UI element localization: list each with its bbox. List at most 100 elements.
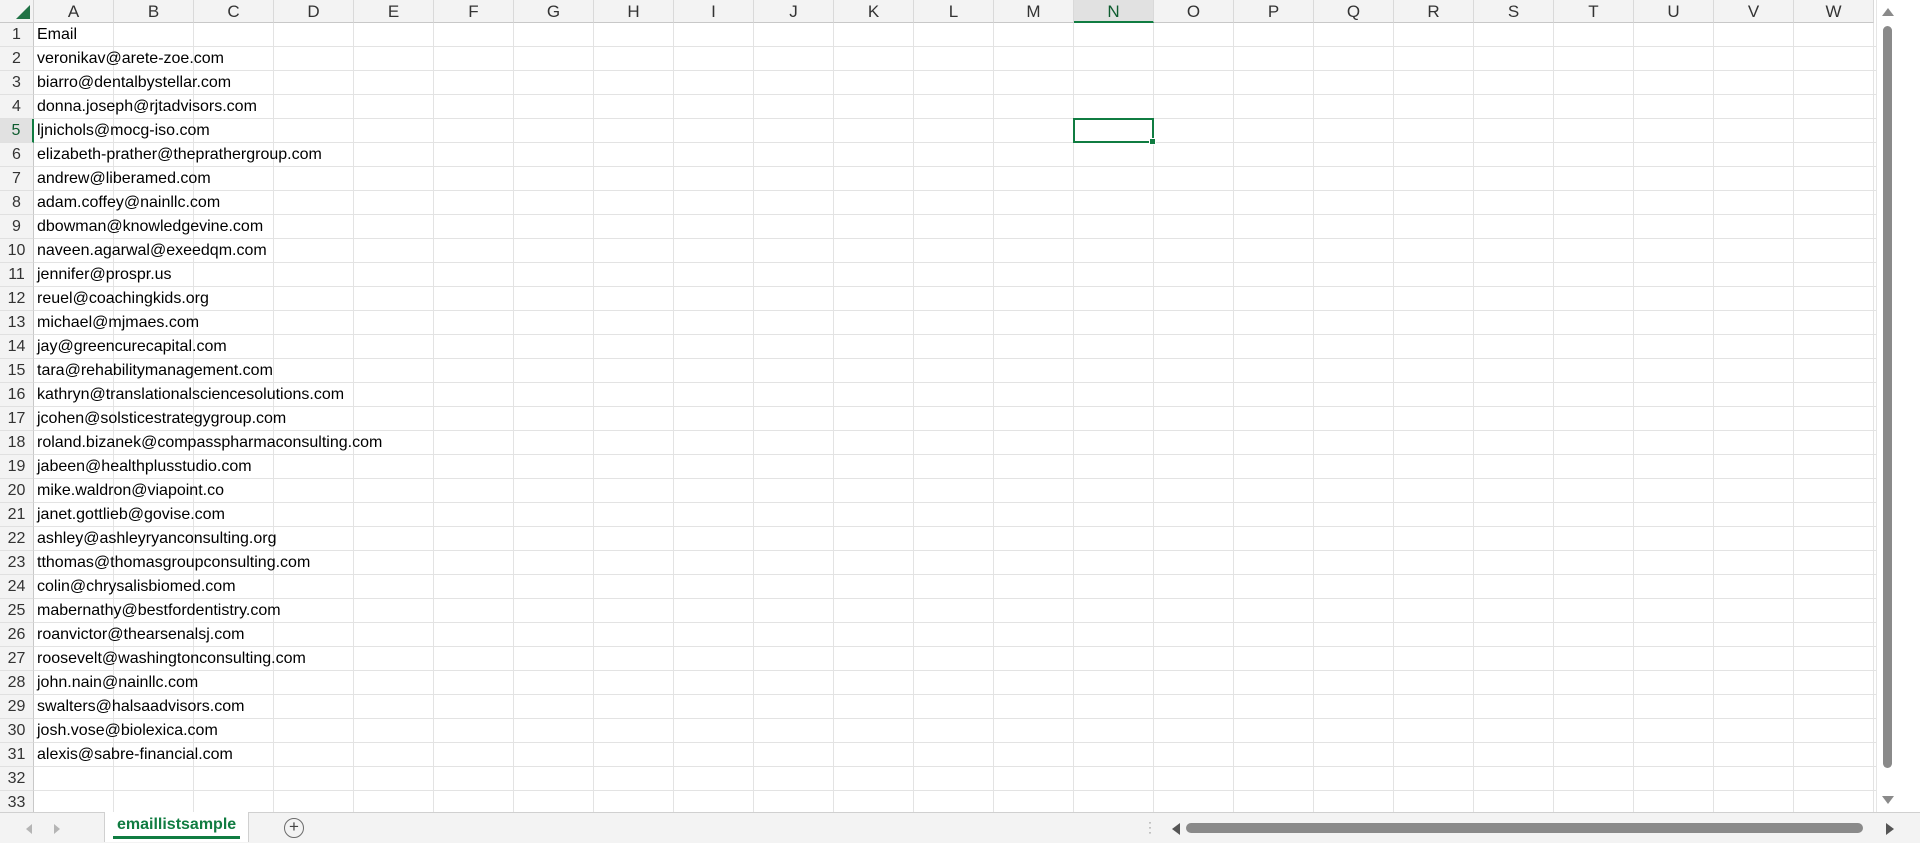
cell-A10[interactable]: naveen.agarwal@exeedqm.com — [37, 239, 267, 263]
column-header-G[interactable]: G — [514, 0, 594, 23]
cell-A20[interactable]: mike.waldron@viapoint.co — [37, 479, 224, 503]
column-header-T[interactable]: T — [1554, 0, 1634, 23]
cell-A6[interactable]: elizabeth-prather@theprathergroup.com — [37, 143, 322, 167]
row-header-32[interactable]: 32 — [0, 767, 34, 791]
cell-A7[interactable]: andrew@liberamed.com — [37, 167, 211, 191]
row-header-33[interactable]: 33 — [0, 791, 34, 812]
select-all-button[interactable] — [0, 0, 34, 23]
column-header-I[interactable]: I — [674, 0, 754, 23]
cell-A31[interactable]: alexis@sabre-financial.com — [37, 743, 233, 767]
row-header-20[interactable]: 20 — [0, 479, 34, 503]
selected-cell-N5[interactable] — [1073, 118, 1156, 145]
cell-A22[interactable]: ashley@ashleyryanconsulting.org — [37, 527, 276, 551]
column-header-S[interactable]: S — [1474, 0, 1554, 23]
cell-A19[interactable]: jabeen@healthplusstudio.com — [37, 455, 252, 479]
row-header-14[interactable]: 14 — [0, 335, 34, 359]
row-header-30[interactable]: 30 — [0, 719, 34, 743]
row-header-31[interactable]: 31 — [0, 743, 34, 767]
column-header-O[interactable]: O — [1154, 0, 1234, 23]
row-header-28[interactable]: 28 — [0, 671, 34, 695]
row-header-17[interactable]: 17 — [0, 407, 34, 431]
row-header-4[interactable]: 4 — [0, 95, 34, 119]
column-header-J[interactable]: J — [754, 0, 834, 23]
cell-A28[interactable]: john.nain@nainllc.com — [37, 671, 198, 695]
scroll-right-arrow-icon[interactable] — [1886, 823, 1894, 835]
cell-A4[interactable]: donna.joseph@rjtadvisors.com — [37, 95, 257, 119]
row-header-16[interactable]: 16 — [0, 383, 34, 407]
cell-A14[interactable]: jay@greencurecapital.com — [37, 335, 227, 359]
row-header-25[interactable]: 25 — [0, 599, 34, 623]
spreadsheet-grid[interactable]: ABCDEFGHIJKLMNOPQRSTUVW 1 2 3 4 5 6 7 8 9 10 11 12 1… — [0, 0, 1898, 812]
row-header-3[interactable]: 3 — [0, 71, 34, 95]
column-header-A[interactable]: A — [34, 0, 114, 23]
scroll-down-arrow-icon[interactable] — [1882, 796, 1894, 804]
column-header-D[interactable]: D — [274, 0, 354, 23]
cell-A21[interactable]: janet.gottlieb@govise.com — [37, 503, 225, 527]
column-header-W[interactable]: W — [1794, 0, 1874, 23]
row-header-10[interactable]: 10 — [0, 239, 34, 263]
cell-A23[interactable]: tthomas@thomasgroupconsulting.com — [37, 551, 310, 575]
row-header-15[interactable]: 15 — [0, 359, 34, 383]
row-header-27[interactable]: 27 — [0, 647, 34, 671]
scroll-up-arrow-icon[interactable] — [1882, 8, 1894, 16]
cell-A27[interactable]: roosevelt@washingtonconsulting.com — [37, 647, 306, 671]
cell-A30[interactable]: josh.vose@biolexica.com — [37, 719, 218, 743]
plus-circle-icon[interactable]: + — [284, 818, 304, 838]
row-header-1[interactable]: 1 — [0, 23, 34, 47]
row-header-5[interactable]: 5 — [0, 119, 34, 143]
row-header-9[interactable]: 9 — [0, 215, 34, 239]
cell-A15[interactable]: tara@rehabilitymanagement.com — [37, 359, 273, 383]
column-header-B[interactable]: B — [114, 0, 194, 23]
column-header-E[interactable]: E — [354, 0, 434, 23]
fill-handle[interactable] — [1149, 138, 1156, 145]
row-header-6[interactable]: 6 — [0, 143, 34, 167]
row-header-7[interactable]: 7 — [0, 167, 34, 191]
cell-A26[interactable]: roanvictor@thearsenalsj.com — [37, 623, 244, 647]
horizontal-scroll-thumb[interactable] — [1186, 823, 1863, 833]
column-header-Q[interactable]: Q — [1314, 0, 1394, 23]
row-header-22[interactable]: 22 — [0, 527, 34, 551]
row-header-19[interactable]: 19 — [0, 455, 34, 479]
cell-A5[interactable]: ljnichols@mocg-iso.com — [37, 119, 210, 143]
row-header-2[interactable]: 2 — [0, 47, 34, 71]
cell-A18[interactable]: roland.bizanek@compasspharmaconsulting.c… — [37, 431, 382, 455]
row-header-26[interactable]: 26 — [0, 623, 34, 647]
cell-A3[interactable]: biarro@dentalbystellar.com — [37, 71, 231, 95]
sheet-tab-emaillistsample[interactable]: emaillistsample — [104, 812, 250, 842]
row-header-23[interactable]: 23 — [0, 551, 34, 575]
column-header-F[interactable]: F — [434, 0, 514, 23]
cell-A11[interactable]: jennifer@prospr.us — [37, 263, 172, 287]
cell-A8[interactable]: adam.coffey@nainllc.com — [37, 191, 220, 215]
column-header-H[interactable]: H — [594, 0, 674, 23]
cell-A9[interactable]: dbowman@knowledgevine.com — [37, 215, 263, 239]
column-header-C[interactable]: C — [194, 0, 274, 23]
cell-A17[interactable]: jcohen@solsticestrategygroup.com — [37, 407, 286, 431]
cell-area[interactable]: Email veronikav@arete-zoe.com biarro@denta… — [34, 23, 1898, 812]
scroll-left-arrow-icon[interactable] — [1172, 823, 1180, 835]
column-header-V[interactable]: V — [1714, 0, 1794, 23]
column-header-N[interactable]: N — [1074, 0, 1154, 23]
column-header-L[interactable]: L — [914, 0, 994, 23]
row-header-18[interactable]: 18 — [0, 431, 34, 455]
row-header-29[interactable]: 29 — [0, 695, 34, 719]
cell-A25[interactable]: mabernathy@bestfordentistry.com — [37, 599, 281, 623]
cell-A24[interactable]: colin@chrysalisbiomed.com — [37, 575, 236, 599]
row-header-24[interactable]: 24 — [0, 575, 34, 599]
cell-A1-header[interactable]: Email — [37, 23, 77, 47]
column-header-K[interactable]: K — [834, 0, 914, 23]
cell-A13[interactable]: michael@mjmaes.com — [37, 311, 199, 335]
cell-A2[interactable]: veronikav@arete-zoe.com — [37, 47, 224, 71]
chevron-left-icon[interactable] — [26, 824, 32, 834]
cell-A29[interactable]: swalters@halsaadvisors.com — [37, 695, 244, 719]
row-header-21[interactable]: 21 — [0, 503, 34, 527]
column-header-R[interactable]: R — [1394, 0, 1474, 23]
chevron-right-icon[interactable] — [54, 824, 60, 834]
row-header-13[interactable]: 13 — [0, 311, 34, 335]
row-header-8[interactable]: 8 — [0, 191, 34, 215]
cell-A16[interactable]: kathryn@translationalsciencesolutions.co… — [37, 383, 344, 407]
column-header-M[interactable]: M — [994, 0, 1074, 23]
horizontal-scrollbar[interactable] — [1168, 813, 1898, 844]
column-header-P[interactable]: P — [1234, 0, 1314, 23]
column-header-U[interactable]: U — [1634, 0, 1714, 23]
vertical-scroll-thumb[interactable] — [1883, 26, 1892, 768]
